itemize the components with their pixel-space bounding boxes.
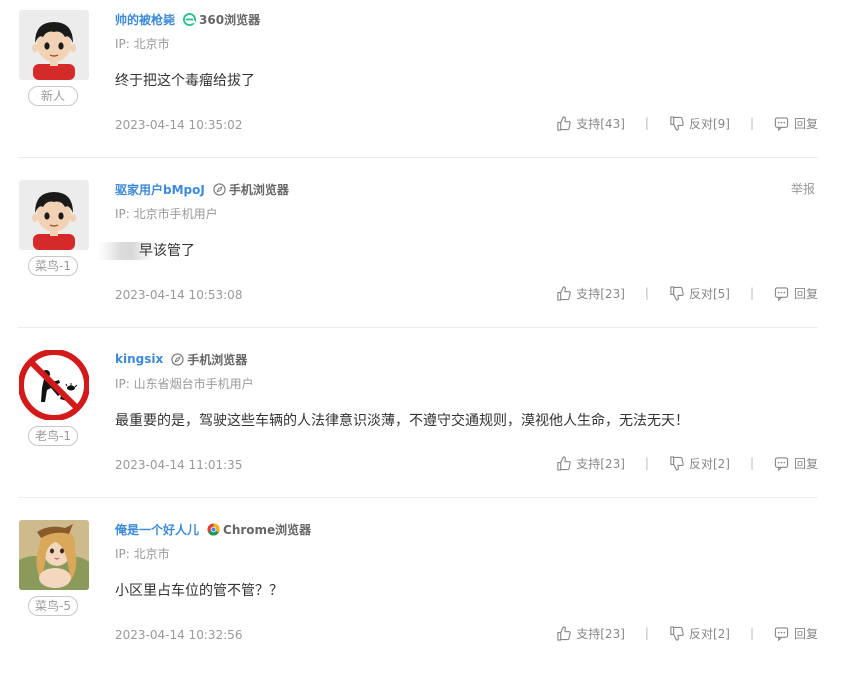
comment-header: 帅的被枪毙 360浏览器 [115, 10, 260, 28]
browser-label: 360浏览器 [183, 11, 260, 28]
timestamp: 2023-04-14 11:01:35 [115, 458, 243, 472]
action-separator: | [644, 456, 649, 470]
ip-location: IP: 北京市手机用户 [115, 207, 218, 221]
oppose-button[interactable]: 反对[2] [669, 625, 730, 642]
comment-bubble-icon [774, 286, 789, 301]
comment-item: 菜鸟-1 驱家用户bMpoJ 手机浏览器 举报 IP: 北京市手机用户 早该管了… [18, 170, 818, 340]
support-button[interactable]: 支持[23] [556, 285, 625, 302]
browser-name: Chrome浏览器 [223, 522, 312, 537]
reply-button[interactable]: 回复 [774, 455, 818, 472]
browser-name: 手机浏览器 [228, 182, 289, 197]
thumbs-up-icon [557, 625, 572, 641]
chrome-icon [207, 522, 220, 536]
comment-actions: 支持[23] | 反对[2] | 回复 [556, 453, 818, 473]
action-separator: | [644, 116, 649, 130]
comment-text: 最重要的是，驾驶这些车辆的人法律意识淡薄，不遵守交通规则，漠视他人生命，无法无天… [115, 413, 689, 429]
username[interactable]: 俺是一个好人儿 [115, 521, 199, 538]
oppose-label: 反对[9] [688, 116, 730, 131]
thumbs-down-icon [670, 285, 684, 301]
ie-360-icon [183, 12, 197, 26]
reply-button[interactable]: 回复 [774, 625, 818, 642]
compass-icon [171, 352, 184, 366]
comment-text-content: 早该管了 [139, 243, 195, 259]
reply-button[interactable]: 回复 [774, 285, 818, 302]
ip-location: IP: 北京市 [115, 547, 170, 561]
username[interactable]: kingsix [115, 352, 163, 366]
ip-location: IP: 山东省烟台市手机用户 [115, 377, 254, 391]
report-link[interactable]: 举报 [791, 180, 815, 197]
oppose-label: 反对[2] [688, 456, 730, 471]
comment-item: 老鸟-1 kingsix 手机浏览器 IP: 山东省烟台市手机用户 最重要的是，… [18, 340, 818, 510]
reply-label: 回复 [793, 456, 818, 471]
avatar[interactable] [19, 180, 89, 250]
timestamp: 2023-04-14 10:53:08 [115, 288, 243, 302]
user-level-badge: 菜鸟-1 [28, 256, 78, 276]
avatar[interactable] [19, 520, 89, 590]
reply-label: 回复 [793, 626, 818, 641]
user-level-badge: 新人 [28, 86, 78, 106]
oppose-button[interactable]: 反对[9] [669, 115, 730, 132]
comment-actions: 支持[23] | 反对[2] | 回复 [556, 623, 818, 643]
user-level-badge: 菜鸟-5 [28, 596, 78, 616]
browser-label: Chrome浏览器 [207, 521, 311, 538]
oppose-label: 反对[5] [688, 286, 730, 301]
comment-bubble-icon [774, 116, 789, 131]
comment-actions: 支持[23] | 反对[5] | 回复 [556, 283, 818, 303]
reply-button[interactable]: 回复 [774, 115, 818, 132]
compass-icon [213, 182, 226, 196]
comment-divider [18, 497, 818, 498]
action-separator: | [749, 116, 754, 130]
browser-name: 手机浏览器 [187, 352, 248, 367]
support-button[interactable]: 支持[23] [556, 625, 625, 642]
comment-header: kingsix 手机浏览器 [115, 350, 247, 368]
oppose-button[interactable]: 反对[5] [669, 285, 730, 302]
action-separator: | [644, 626, 649, 640]
comment-divider [18, 327, 818, 328]
avatar[interactable] [19, 350, 89, 420]
action-separator: | [644, 286, 649, 300]
oppose-label: 反对[2] [688, 626, 730, 641]
comment-divider [18, 157, 818, 158]
thumbs-down-icon [670, 455, 684, 471]
comment-text: 小区里占车位的管不管？？ [115, 583, 283, 599]
browser-label: 手机浏览器 [213, 181, 289, 198]
comment-actions: 支持[43] | 反对[9] | 回复 [556, 113, 818, 133]
action-separator: | [749, 286, 754, 300]
username[interactable]: 帅的被枪毙 [115, 11, 175, 28]
comment-bubble-icon [774, 626, 789, 641]
username[interactable]: 驱家用户bMpoJ [115, 181, 205, 198]
reply-label: 回复 [793, 286, 818, 301]
ip-location: IP: 北京市 [115, 37, 170, 51]
timestamp: 2023-04-14 10:32:56 [115, 628, 243, 642]
thumbs-down-icon [670, 625, 684, 641]
comment-bubble-icon [774, 456, 789, 471]
support-label: 支持[23] [576, 456, 625, 471]
thumbs-up-icon [557, 455, 572, 471]
browser-name: 360浏览器 [199, 12, 261, 27]
reply-label: 回复 [793, 116, 818, 131]
support-label: 支持[23] [576, 626, 625, 641]
oppose-button[interactable]: 反对[2] [669, 455, 730, 472]
comment-item: 菜鸟-5 俺是一个好人儿 Chrome浏览器 IP: 北京市 小区里占车位的管不… [18, 510, 818, 680]
action-separator: | [749, 456, 754, 470]
support-button[interactable]: 支持[23] [556, 455, 625, 472]
timestamp: 2023-04-14 10:35:02 [115, 118, 243, 132]
avatar[interactable] [19, 10, 89, 80]
thumbs-up-icon [557, 115, 572, 131]
action-separator: | [749, 626, 754, 640]
support-label: 支持[23] [576, 286, 625, 301]
thumbs-up-icon [557, 285, 572, 301]
comment-item: 新人 帅的被枪毙 360浏览器 IP: 北京市 终于把这个毒瘤给拔了 2023-… [18, 0, 818, 170]
support-button[interactable]: 支持[43] [556, 115, 625, 132]
support-label: 支持[43] [576, 116, 625, 131]
comment-text: 终于把这个毒瘤给拔了 [115, 73, 255, 89]
user-level-badge: 老鸟-1 [28, 426, 78, 446]
comment-text: 早该管了 [97, 240, 195, 260]
comment-header: 俺是一个好人儿 Chrome浏览器 [115, 520, 311, 538]
thumbs-down-icon [670, 115, 684, 131]
comment-header: 驱家用户bMpoJ 手机浏览器 [115, 180, 289, 198]
browser-label: 手机浏览器 [171, 351, 247, 368]
